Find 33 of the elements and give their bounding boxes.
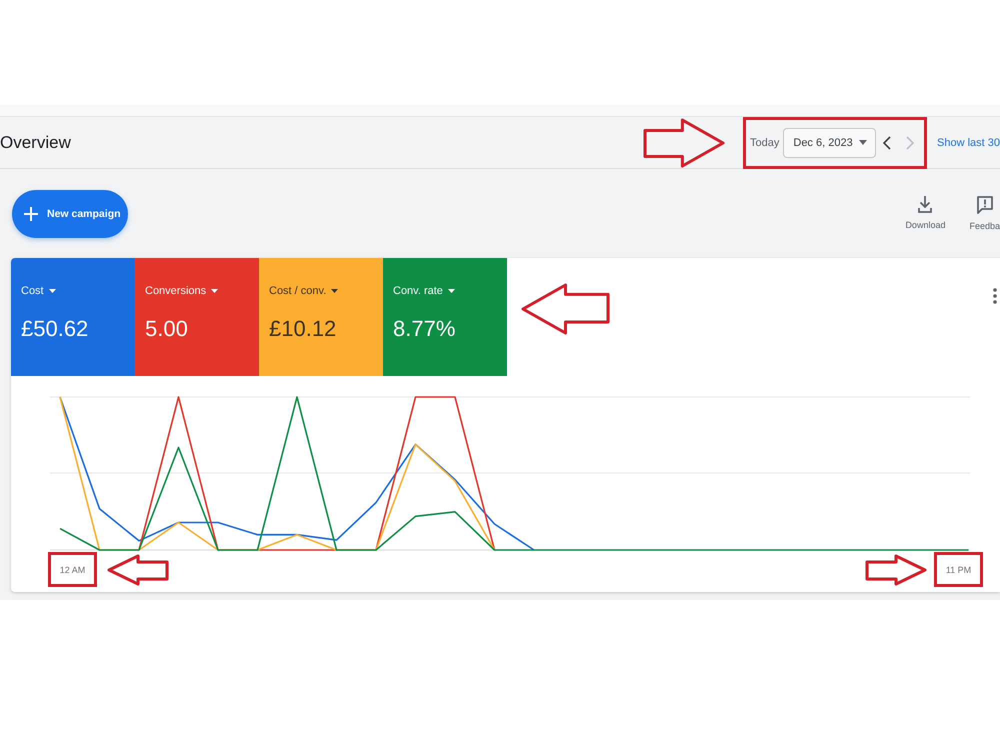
plus-icon <box>24 207 38 221</box>
metric-tile[interactable]: Conv. rate 8.77% <box>383 258 507 376</box>
metric-value: £10.12 <box>269 318 336 340</box>
new-campaign-button[interactable]: New campaign <box>12 190 128 238</box>
date-range-link[interactable]: Show last 30 <box>937 136 1000 148</box>
metric-value: 8.77% <box>393 318 456 340</box>
download-icon <box>918 196 932 213</box>
caret-icon <box>859 140 868 145</box>
metric-dropdown[interactable]: Conversions <box>145 285 218 297</box>
caret-icon <box>448 289 455 293</box>
metric-value: 5.00 <box>145 318 188 340</box>
feedback-icon <box>976 196 993 214</box>
page-title: Overview <box>0 132 71 152</box>
metric-dropdown[interactable]: Conv. rate <box>393 285 455 297</box>
more-icon[interactable] <box>993 288 997 304</box>
caret-icon <box>48 289 56 293</box>
date-dropdown[interactable]: Dec 6, 2023 <box>783 128 876 158</box>
metric-tile[interactable]: Conversions 5.00 <box>135 258 259 376</box>
axis-label: 12 AM <box>60 564 86 574</box>
metric-dropdown[interactable]: Cost <box>21 285 56 297</box>
chevron-left-icon <box>883 136 892 150</box>
metric-tile[interactable]: Cost £50.62 <box>11 258 135 376</box>
feedback-button[interactable]: Feedba <box>969 196 1000 231</box>
chevron-right-icon <box>906 136 914 150</box>
metric-tile[interactable]: Cost / conv. £10.12 <box>259 258 383 376</box>
metric-value: £50.62 <box>21 318 88 340</box>
axis-label: 11 PM <box>946 564 972 574</box>
date-range-label: Today <box>750 136 780 148</box>
download-button[interactable]: Download <box>905 196 946 231</box>
caret-icon <box>331 289 338 293</box>
previous-button[interactable] <box>881 134 894 152</box>
metric-dropdown[interactable]: Cost / conv. <box>269 285 338 297</box>
caret-icon <box>211 289 218 293</box>
